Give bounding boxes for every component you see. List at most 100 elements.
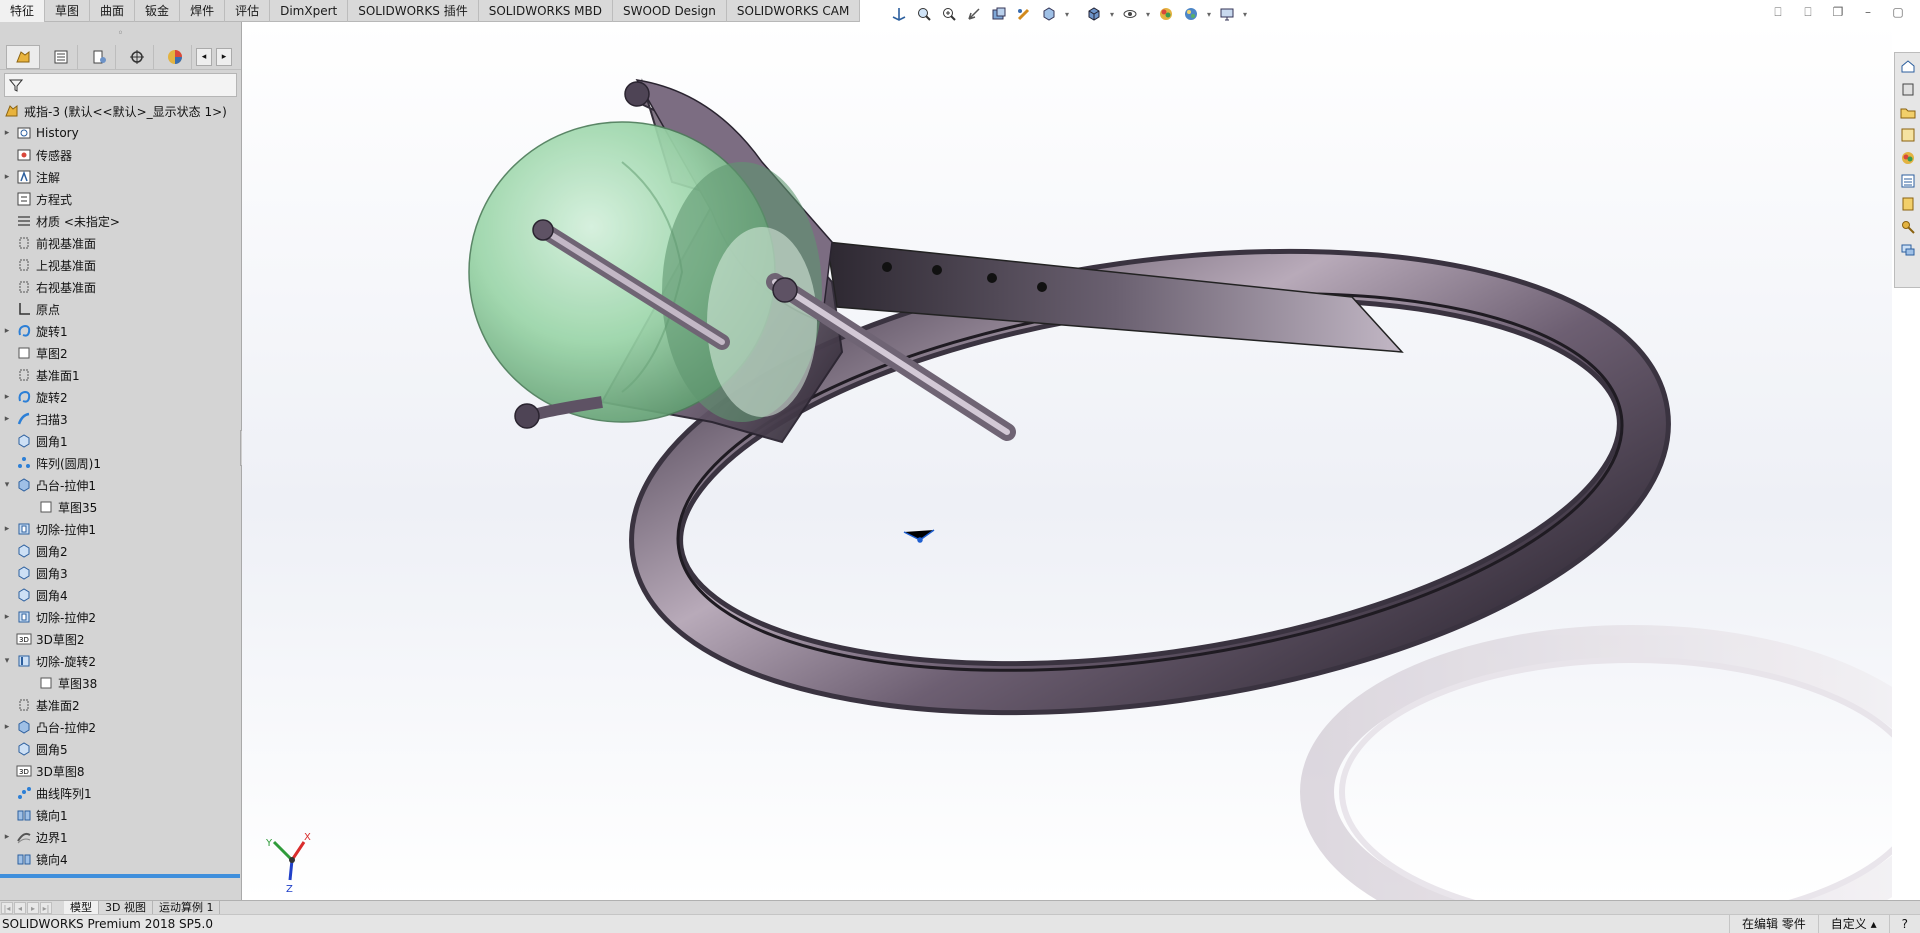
view-orientation-cube-icon[interactable] xyxy=(1038,4,1060,24)
tree-item[interactable]: 阵列(圆周)1 xyxy=(0,452,241,474)
prev-tab-arrow[interactable]: ◂ xyxy=(14,901,26,914)
previous-view-icon[interactable] xyxy=(963,4,985,24)
tree-item[interactable]: 材质 <未指定> xyxy=(0,210,241,232)
command-tab[interactable]: 钣金 xyxy=(135,0,181,22)
command-tab[interactable]: 特征 xyxy=(0,0,46,22)
tree-item[interactable]: 圆角1 xyxy=(0,430,241,452)
tree-root-part[interactable]: 戒指-3 (默认<<默认>_显示状态 1>) xyxy=(0,100,241,122)
file-explorer-icon[interactable] xyxy=(1899,103,1917,121)
tree-item[interactable]: 草图35 xyxy=(0,496,241,518)
tree-item[interactable]: 右视基准面 xyxy=(0,276,241,298)
tree-item[interactable]: 基准面2 xyxy=(0,694,241,716)
bottom-tab[interactable]: 3D 视图 xyxy=(99,900,153,915)
edit-appearance-icon[interactable] xyxy=(1155,4,1177,24)
view-settings-icon[interactable] xyxy=(1216,4,1238,24)
tree-scrollbar[interactable] xyxy=(0,874,240,878)
chevron-down-icon[interactable]: ▾ xyxy=(1144,10,1152,19)
view-orientation-icon[interactable] xyxy=(888,4,910,24)
tree-item[interactable]: 圆角3 xyxy=(0,562,241,584)
tree-item[interactable]: 镜向4 xyxy=(0,848,241,870)
command-tab[interactable]: 曲面 xyxy=(90,0,136,22)
chevron-right-icon[interactable]: ▸ xyxy=(0,128,14,138)
chevron-right-icon[interactable]: ▸ xyxy=(0,392,14,402)
chevron-right-icon[interactable]: ▸ xyxy=(0,326,14,336)
dimxpert-manager-tab[interactable] xyxy=(120,44,154,69)
apply-scene-icon[interactable] xyxy=(1180,4,1202,24)
tree-item[interactable]: ▸ 切除-拉伸1 xyxy=(0,518,241,540)
graphics-area[interactable]: Y X Z xyxy=(242,22,1892,900)
tree-item[interactable]: 曲线阵列1 xyxy=(0,782,241,804)
search-key-icon[interactable] xyxy=(1899,218,1917,236)
chevron-down-icon[interactable]: ▾ xyxy=(1241,10,1249,19)
section-view-icon[interactable] xyxy=(988,4,1010,24)
command-tab[interactable]: SWOOD Design xyxy=(613,0,727,22)
panel-collapse-toggle[interactable]: ◦ xyxy=(0,22,241,44)
chevron-down-icon[interactable]: ▾ xyxy=(1063,10,1071,19)
tree-item[interactable]: 基准面1 xyxy=(0,364,241,386)
first-tab-arrow[interactable]: |◂ xyxy=(1,901,13,914)
next-tab-arrow[interactable]: ▸ xyxy=(27,901,39,914)
tab-scroll-left-button[interactable]: ◂ xyxy=(196,47,212,66)
tree-item[interactable]: ▸ History xyxy=(0,122,241,144)
unit-system-selector[interactable]: 自定义 ▴ xyxy=(1817,915,1889,933)
chevron-right-icon[interactable]: ▸ xyxy=(0,832,14,842)
hide-show-icon[interactable] xyxy=(1119,4,1141,24)
tree-item[interactable]: 方程式 xyxy=(0,188,241,210)
bottom-tab[interactable]: 运动算例 1 xyxy=(153,900,221,915)
tree-filter-input[interactable] xyxy=(4,73,237,97)
zoom-area-icon[interactable] xyxy=(938,4,960,24)
tree-item[interactable]: 草图2 xyxy=(0,342,241,364)
tree-item[interactable]: ▸ 扫描3 xyxy=(0,408,241,430)
chevron-right-icon[interactable]: ▸ xyxy=(0,172,14,182)
tree-item[interactable]: ▸ 边界1 xyxy=(0,826,241,848)
chevron-down-icon[interactable]: ▾ xyxy=(0,480,14,490)
chevron-down-icon[interactable]: ▾ xyxy=(1108,10,1116,19)
design-library-icon[interactable] xyxy=(1899,80,1917,98)
tree-item[interactable]: 镜向1 xyxy=(0,804,241,826)
appearances-icon[interactable] xyxy=(1899,149,1917,167)
maximize-icon[interactable]: ▢ xyxy=(1888,4,1908,20)
tree-item[interactable]: 上视基准面 xyxy=(0,254,241,276)
solidworks-resources-icon[interactable] xyxy=(1899,195,1917,213)
help-icon[interactable]: ? xyxy=(1888,915,1920,933)
tile-right-icon[interactable]: ⎕ xyxy=(1798,4,1818,20)
tree-item[interactable]: ▸ 旋转1 xyxy=(0,320,241,342)
minimize-icon[interactable]: – xyxy=(1858,4,1878,20)
custom-properties-icon[interactable] xyxy=(1899,172,1917,190)
tree-item[interactable]: ▾ 切除-旋转2 xyxy=(0,650,241,672)
property-manager-tab[interactable] xyxy=(44,44,78,69)
command-tab[interactable]: 草图 xyxy=(45,0,91,22)
tree-item[interactable]: ▾ 凸台-拉伸1 xyxy=(0,474,241,496)
command-tab[interactable]: 评估 xyxy=(225,0,271,22)
chevron-right-icon[interactable]: ▸ xyxy=(0,414,14,424)
dynamic-annotation-icon[interactable] xyxy=(1013,4,1035,24)
tree-item[interactable]: 前视基准面 xyxy=(0,232,241,254)
tree-item[interactable]: 3D 3D草图8 xyxy=(0,760,241,782)
restore-window-icon[interactable]: ❐ xyxy=(1828,4,1848,20)
feature-manager-tab[interactable] xyxy=(6,44,40,69)
tree-item[interactable]: 圆角4 xyxy=(0,584,241,606)
command-tab[interactable]: SOLIDWORKS CAM xyxy=(727,0,861,22)
last-tab-arrow[interactable]: ▸| xyxy=(40,901,52,914)
display-manager-tab[interactable] xyxy=(158,44,192,69)
command-tab[interactable]: 焊件 xyxy=(180,0,226,22)
tree-item[interactable]: ▸ 旋转2 xyxy=(0,386,241,408)
tree-item[interactable]: 原点 xyxy=(0,298,241,320)
tree-item[interactable]: 圆角5 xyxy=(0,738,241,760)
tree-item[interactable]: ▸ 凸台-拉伸2 xyxy=(0,716,241,738)
tree-item[interactable]: 传感器 xyxy=(0,144,241,166)
tree-item[interactable]: ▸ 切除-拉伸2 xyxy=(0,606,241,628)
command-tab[interactable]: DimXpert xyxy=(270,0,349,22)
chevron-down-icon[interactable]: ▾ xyxy=(1205,10,1213,19)
tab-scroll-right-button[interactable]: ▸ xyxy=(216,47,232,66)
bottom-tab[interactable]: 模型 xyxy=(64,900,99,915)
tree-item[interactable]: ▸ 注解 xyxy=(0,166,241,188)
chevron-down-icon[interactable]: ▾ xyxy=(0,656,14,666)
zoom-to-fit-icon[interactable] xyxy=(913,4,935,24)
tile-left-icon[interactable]: ⎕ xyxy=(1768,4,1788,20)
tree-item[interactable]: 草图38 xyxy=(0,672,241,694)
display-style-icon[interactable] xyxy=(1083,4,1105,24)
command-tab[interactable]: SOLIDWORKS 插件 xyxy=(348,0,479,22)
chevron-right-icon[interactable]: ▸ xyxy=(0,612,14,622)
tree-item[interactable]: 3D 3D草图2 xyxy=(0,628,241,650)
